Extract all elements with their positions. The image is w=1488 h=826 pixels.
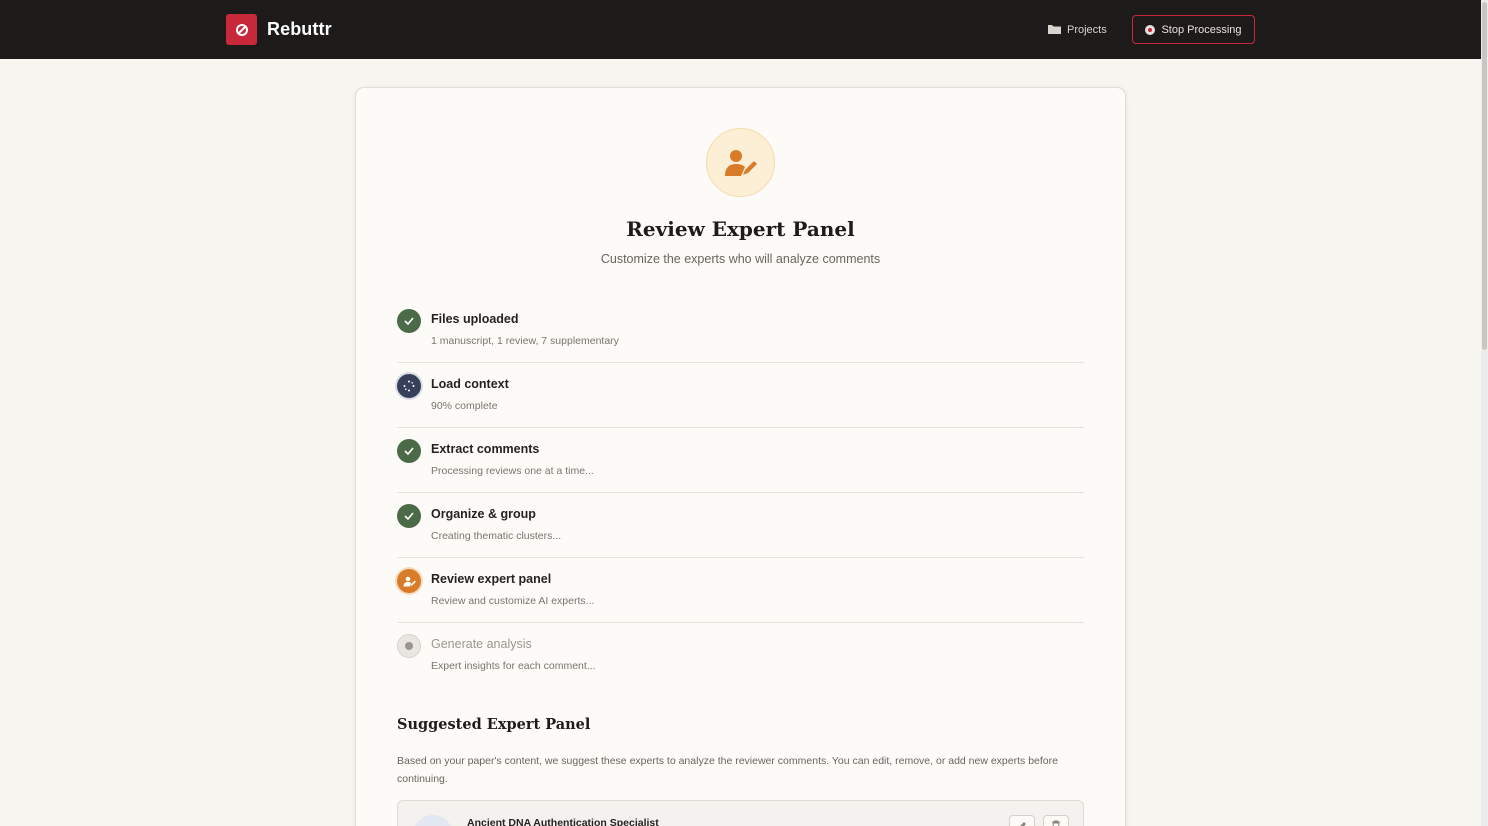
step-title: Files uploaded [431, 312, 519, 326]
brand[interactable]: Rebuttr [226, 14, 332, 45]
step-title: Organize & group [431, 507, 536, 521]
brand-name: Rebuttr [267, 19, 332, 39]
delete-expert-button[interactable] [1043, 815, 1069, 826]
avatar [413, 815, 453, 826]
step-subtitle: Review and customize AI experts... [431, 595, 595, 607]
step-load-context: Load context 90% complete [397, 363, 1084, 428]
expert-panel-description: Based on your paper's content, we sugges… [397, 755, 1058, 785]
scrollbar-thumb[interactable] [1482, 2, 1487, 350]
top-navigation-bar: Rebuttr Projects Stop Processing [0, 0, 1481, 59]
step-organize-group: Organize & group Creating thematic clust… [397, 493, 1084, 558]
page-title: Review Expert Panel [626, 217, 855, 241]
page-subtitle: Customize the experts who will analyze c… [600, 252, 881, 266]
expert-panel-heading: Suggested Expert Panel [397, 716, 591, 733]
step-subtitle: Expert insights for each comment... [431, 660, 596, 672]
expert-card: Ancient DNA Authentication Specialist [397, 800, 1084, 826]
expert-name: Ancient DNA Authentication Specialist [467, 817, 659, 826]
stop-processing-button[interactable]: Stop Processing [1132, 15, 1255, 44]
user-edit-icon [397, 569, 421, 593]
stop-processing-label: Stop Processing [1161, 23, 1242, 36]
step-review-expert-panel: Review expert panel Review and customize… [397, 558, 1084, 623]
step-title: Extract comments [431, 442, 540, 456]
user-edit-icon [706, 128, 775, 197]
step-subtitle: 1 manuscript, 1 review, 7 supplementary [431, 335, 619, 347]
step-generate-analysis: Generate analysis Expert insights for ea… [397, 623, 1084, 688]
step-subtitle: Processing reviews one at a time... [431, 465, 594, 477]
step-title: Generate analysis [431, 637, 532, 651]
step-extract-comments: Extract comments Processing reviews one … [397, 428, 1084, 493]
stop-icon [1145, 24, 1156, 35]
progress-steps: Files uploaded 1 manuscript, 1 review, 7… [397, 298, 1084, 688]
spinner-icon [397, 374, 421, 398]
folder-icon [1048, 24, 1061, 37]
step-title: Load context [431, 377, 509, 391]
check-icon [397, 504, 421, 528]
step-subtitle: 90% complete [431, 400, 498, 412]
page-scrollbar[interactable] [1481, 0, 1488, 826]
step-subtitle: Creating thematic clusters... [431, 530, 562, 542]
step-files-uploaded: Files uploaded 1 manuscript, 1 review, 7… [397, 298, 1084, 363]
check-icon [397, 439, 421, 463]
check-icon [397, 309, 421, 333]
processing-card: Review Expert Panel Customize the expert… [355, 87, 1126, 826]
step-title: Review expert panel [431, 572, 552, 586]
projects-label: Projects [1067, 24, 1107, 36]
quill-logo-icon [226, 14, 257, 45]
projects-link[interactable]: Projects [1048, 20, 1107, 40]
trash-icon [1051, 818, 1061, 826]
edit-expert-button[interactable] [1009, 815, 1035, 826]
dot-icon [397, 634, 421, 658]
pencil-icon [1017, 818, 1027, 826]
